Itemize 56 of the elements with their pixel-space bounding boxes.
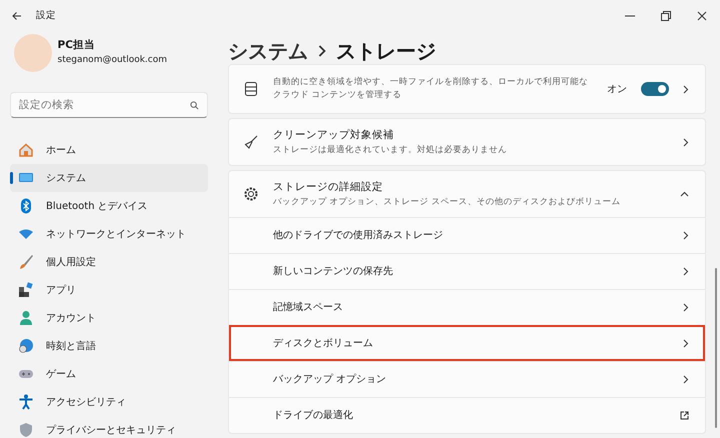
bluetooth-icon bbox=[18, 198, 34, 214]
clock-globe-icon bbox=[18, 338, 34, 354]
settings-row[interactable]: 他のドライブでの使用済みストレージ bbox=[229, 217, 705, 253]
chevron-icon bbox=[683, 231, 689, 240]
close-icon bbox=[697, 11, 707, 21]
page-title: ストレージ bbox=[336, 38, 436, 65]
restore-icon bbox=[661, 11, 671, 21]
user-avatar bbox=[14, 34, 52, 72]
home-icon bbox=[18, 142, 34, 158]
settings-row[interactable]: ディスクとボリューム bbox=[229, 325, 705, 361]
card-description: ストレージは最適化されています。対処は必要ありません bbox=[273, 144, 508, 156]
nav-item[interactable]: 時刻と言語 bbox=[10, 332, 208, 360]
chevron-icon bbox=[683, 84, 689, 94]
apps-icon bbox=[18, 282, 34, 298]
search-field[interactable]: 設定の検索 bbox=[10, 92, 208, 118]
shield-icon bbox=[18, 422, 34, 438]
back-icon[interactable] bbox=[12, 11, 22, 21]
nav-item[interactable]: アカウント bbox=[10, 304, 208, 332]
user-name: PC担当 bbox=[58, 38, 96, 54]
person-icon bbox=[18, 310, 34, 326]
nav-item[interactable]: アクセシビリティ bbox=[10, 388, 208, 416]
nav-item[interactable]: ネットワークとインターネット bbox=[10, 220, 208, 248]
nav-item[interactable]: プライバシーとセキュリティ bbox=[10, 416, 208, 438]
card-description: 自動的に空き領域を増やす、一時ファイルを削除する、ローカルで利用可能なクラウド コンテンツを管理する bbox=[273, 76, 589, 102]
accessibility-icon bbox=[18, 394, 34, 410]
drive-icon bbox=[243, 81, 259, 97]
toggle-switch[interactable] bbox=[641, 82, 669, 96]
card-description: バックアップ オプション、ストレージ スペース、その他のディスクおよびボリューム bbox=[273, 196, 622, 208]
gear-icon bbox=[243, 186, 259, 202]
settings-row[interactable]: 記憶域スペース bbox=[229, 289, 705, 325]
broom-icon bbox=[243, 134, 259, 150]
chevron-icon bbox=[683, 267, 689, 276]
card-title: クリーンアップ対象候補 bbox=[273, 128, 395, 143]
external-link-icon bbox=[680, 411, 689, 420]
nav-item[interactable]: アプリ bbox=[10, 276, 208, 304]
chevron-icon bbox=[318, 45, 326, 57]
nav-item[interactable]: システム bbox=[10, 164, 208, 192]
toggle-label: オン bbox=[607, 82, 627, 96]
nav-item[interactable]: ゲーム bbox=[10, 360, 208, 388]
chevron-icon bbox=[683, 375, 689, 384]
nav-item[interactable]: Bluetooth とデバイス bbox=[10, 192, 208, 220]
nav-item[interactable]: 個人用設定 bbox=[10, 248, 208, 276]
nav-item[interactable]: ホーム bbox=[10, 136, 208, 164]
search-icon bbox=[190, 101, 199, 110]
settings-row[interactable]: 新しいコンテンツの保存先 bbox=[229, 253, 705, 289]
breadcrumb-parent[interactable]: システム bbox=[228, 36, 308, 66]
card-title: ストレージの詳細設定 bbox=[273, 180, 384, 195]
chevron-icon bbox=[683, 303, 689, 312]
chevron-icon bbox=[683, 339, 689, 348]
scroll-bar[interactable] bbox=[715, 268, 717, 428]
settings-row[interactable]: ドライブの最適化 bbox=[229, 397, 705, 433]
window-title: 設定 bbox=[36, 8, 56, 23]
chevron-icon bbox=[683, 138, 689, 146]
settings-row[interactable]: バックアップ オプション bbox=[229, 361, 705, 397]
brush-icon bbox=[18, 254, 34, 270]
user-email: steganom@outlook.com bbox=[58, 54, 168, 68]
